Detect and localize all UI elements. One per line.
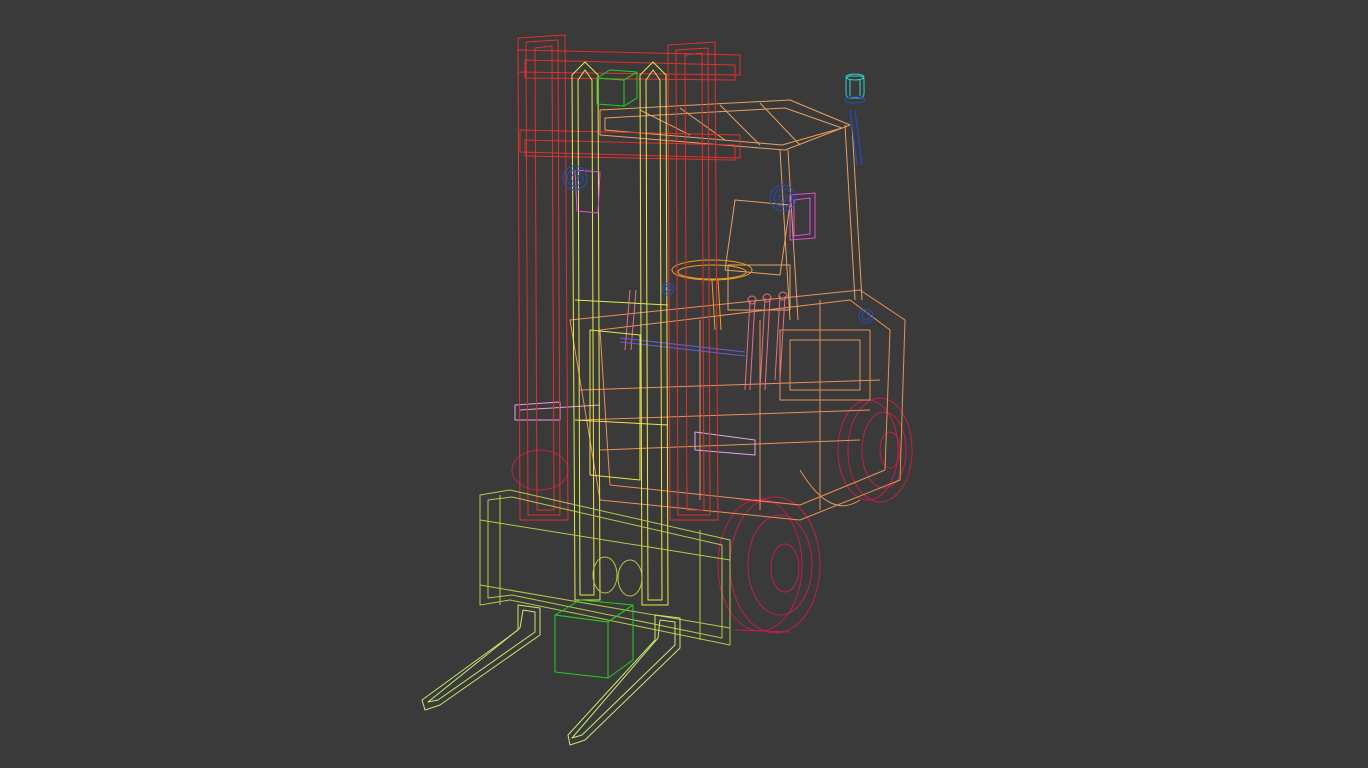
outer-mast	[517, 34, 741, 521]
control-levers	[624, 289, 788, 391]
hydraulic-cylinder	[514, 401, 756, 456]
wireframe-scene	[421, 34, 913, 746]
top-box	[596, 69, 638, 107]
forks	[421, 604, 681, 746]
3d-viewport[interactable]	[0, 0, 1368, 768]
side-mirror	[574, 169, 816, 241]
axle-rod	[619, 337, 746, 357]
beacon-light	[844, 73, 866, 104]
rear-wheel	[511, 397, 913, 503]
